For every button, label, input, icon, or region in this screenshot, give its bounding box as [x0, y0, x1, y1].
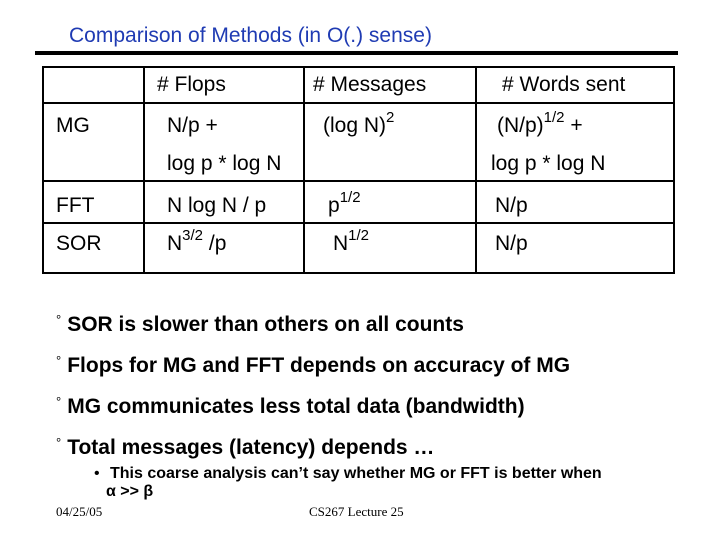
bullet-text: MG communicates less total data (bandwid…: [67, 395, 525, 418]
sub-bullet-line1: This coarse analysis can’t say whether M…: [110, 465, 602, 482]
column-divider: [303, 68, 305, 272]
mg-messages-base: (log N): [323, 114, 387, 137]
method-fft: FFT: [56, 194, 95, 217]
sor-messages-exponent: 1/2: [348, 227, 370, 244]
fft-words: N/p: [495, 194, 528, 217]
mg-messages-exponent: 2: [386, 109, 395, 126]
sor-messages: N1/2: [333, 228, 369, 256]
row-divider: [44, 222, 673, 224]
method-sor: SOR: [56, 232, 102, 255]
sub-bullet-marker-icon: •: [94, 465, 100, 482]
bullet-text: SOR is slower than others on all counts: [67, 313, 464, 336]
fft-messages-exponent: 1/2: [339, 189, 361, 206]
sor-messages-base: N: [333, 232, 349, 255]
header-flops: # Flops: [157, 73, 226, 96]
footer-date: 04/25/05: [56, 504, 103, 519]
mg-words-tail: +: [564, 114, 583, 137]
fft-messages-base: p: [328, 194, 340, 217]
header-words-sent: # Words sent: [502, 73, 626, 96]
mg-messages: (log N)2: [323, 110, 394, 138]
mg-flops-line1: N/p +: [167, 114, 218, 137]
slide-title: Comparison of Methods (in O(.) sense): [69, 24, 432, 47]
sor-words: N/p: [495, 232, 528, 255]
bullet-marker-icon: °: [56, 312, 62, 327]
mg-flops-line2: log p * log N: [167, 152, 282, 175]
sor-flops-exponent: 3/2: [182, 227, 204, 244]
sub-bullet: • This coarse analysis can’t say whether…: [94, 465, 602, 501]
bullet-item: ° MG communicates less total data (bandwi…: [56, 394, 525, 419]
bullet-marker-icon: °: [56, 435, 62, 450]
mg-words-base: (N/p): [497, 114, 544, 137]
bullet-item: ° SOR is slower than others on all counts: [56, 312, 464, 337]
mg-words-line2: log p * log N: [491, 152, 606, 175]
bullet-marker-icon: °: [56, 394, 62, 409]
row-divider: [44, 180, 673, 182]
header-messages: # Messages: [313, 73, 427, 96]
bullet-marker-icon: °: [56, 353, 62, 368]
mg-words-exponent: 1/2: [543, 109, 565, 126]
fft-messages: p1/2: [328, 190, 361, 218]
bullet-text: Total messages (latency) depends …: [67, 436, 435, 459]
footer-lecture: CS267 Lecture 25: [309, 504, 404, 519]
sub-bullet-line2: α >> β: [106, 483, 154, 500]
fft-flops: N log N / p: [167, 194, 267, 217]
sor-flops-tail: /p: [203, 232, 227, 255]
bullet-text: Flops for MG and FFT depends on accuracy…: [67, 354, 571, 377]
bullet-item: ° Total messages (latency) depends …: [56, 435, 435, 460]
sor-flops: N3/2 /p: [167, 228, 227, 256]
mg-words: (N/p)1/2 +: [497, 110, 583, 138]
sor-flops-base: N: [167, 232, 183, 255]
method-mg: MG: [56, 114, 90, 137]
column-divider: [143, 68, 145, 272]
row-divider: [44, 102, 673, 104]
comparison-table: # Flops # Messages # Words sent MG N/p +…: [42, 66, 675, 274]
title-underline: [35, 51, 678, 55]
bullet-item: ° Flops for MG and FFT depends on accurac…: [56, 353, 571, 378]
column-divider: [475, 68, 477, 272]
